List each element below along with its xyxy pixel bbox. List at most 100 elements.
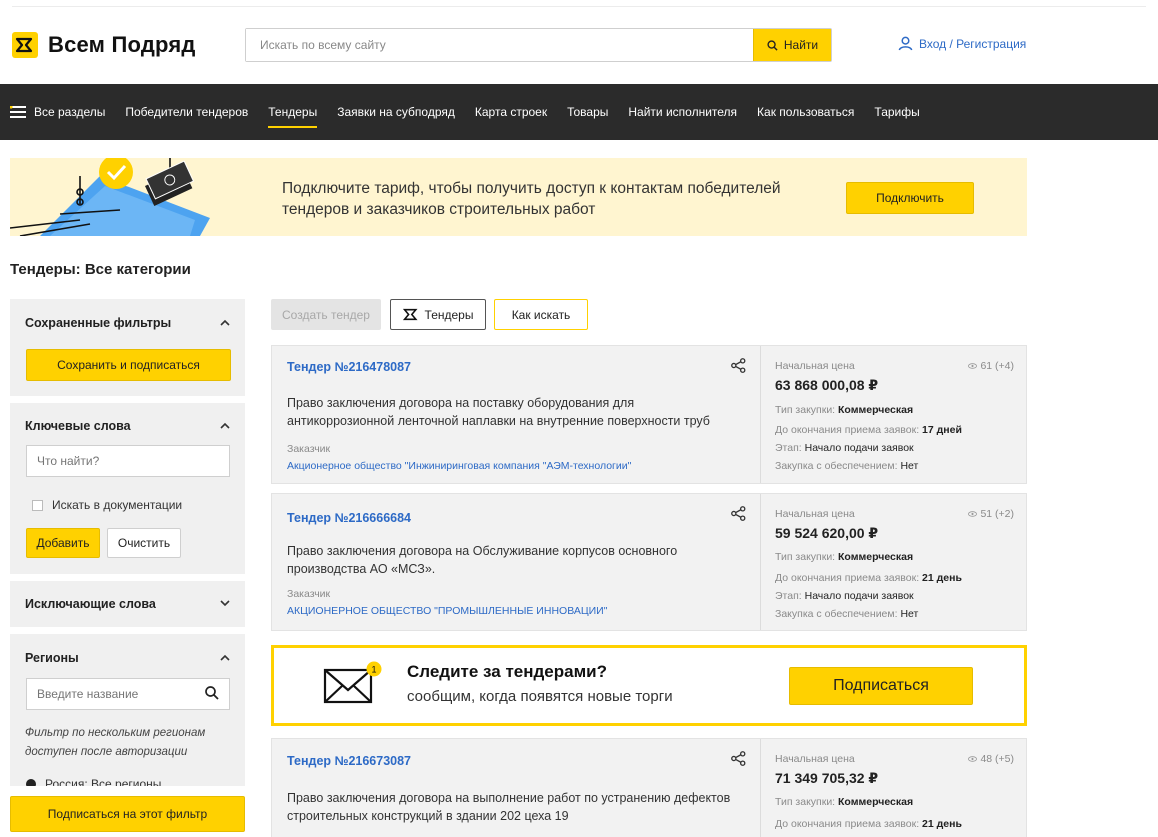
tenders-button[interactable]: Тендеры: [390, 299, 486, 330]
banner-text: Подключите тариф, чтобы получить доступ …: [282, 180, 781, 218]
banner-illustration: [10, 158, 210, 236]
purchase-type-value: Коммерческая: [838, 796, 914, 808]
tender-title-link[interactable]: Тендер №216673087: [287, 754, 411, 768]
deadline-label: До окончания приема заявок:: [775, 424, 923, 436]
exclude-words-panel: Исключающие слова: [10, 581, 245, 627]
search-in-docs-option[interactable]: Искать в документации: [32, 498, 182, 512]
clear-keywords-button[interactable]: Очистить: [107, 528, 181, 558]
deadline-value: 21 день: [922, 572, 962, 584]
search-icon: [767, 39, 778, 51]
search-button-label: Найти: [783, 38, 819, 52]
customer-label: Заказчик: [287, 443, 331, 455]
add-keyword-button[interactable]: Добавить: [26, 528, 100, 558]
tender-description: Право заключения договора на выполнение …: [287, 791, 731, 823]
promo-banner: Подключите тариф, чтобы получить доступ …: [10, 158, 1027, 236]
logo-mark-icon: [402, 308, 418, 321]
login-link-label: Вход / Регистрация: [919, 36, 1027, 51]
tenders-button-label: Тендеры: [424, 307, 474, 322]
eye-icon: [968, 511, 978, 517]
purchase-type-label: Тип закупки:: [775, 796, 839, 808]
tender-description: Право заключения договора на поставку об…: [287, 396, 710, 428]
region-all-radio[interactable]: [26, 779, 36, 786]
views-value: 48 (+5): [980, 753, 1014, 765]
region-all-option[interactable]: Россия: Все регионы: [26, 777, 161, 786]
nav-item-goods[interactable]: Товары: [567, 84, 608, 140]
create-tender-button[interactable]: Создать тендер: [271, 299, 381, 330]
share-icon[interactable]: [731, 358, 746, 373]
nav-item-all-sections[interactable]: Все разделы: [10, 84, 105, 140]
nav-item-find-contractor[interactable]: Найти исполнителя: [628, 84, 737, 140]
tender-card-main: Тендер №216666684 Право заключения догов…: [272, 494, 760, 630]
nav-item-subcontract[interactable]: Заявки на субподряд: [337, 84, 455, 140]
deadline-value: 17 дней: [922, 424, 962, 436]
nav-item-label: Все разделы: [34, 105, 106, 119]
purchase-type: Тип закупки: Коммерческая: [775, 796, 913, 808]
chevron-up-icon[interactable]: [219, 652, 231, 664]
menu-icon: [10, 106, 26, 118]
tender-card-main: Тендер №216478087 Право заключения догов…: [272, 346, 760, 483]
regions-note: Фильтр по нескольким регионам доступен п…: [25, 727, 206, 758]
security-label: Закупка с обеспечением:: [775, 460, 901, 472]
purchase-type-label: Тип закупки:: [775, 551, 839, 563]
nav-item-tenders[interactable]: Тендеры: [268, 84, 317, 140]
nav-item-construction-map[interactable]: Карта строек: [475, 84, 547, 140]
search-button[interactable]: Найти: [753, 29, 831, 61]
search-in-docs-checkbox[interactable]: [32, 499, 43, 511]
tender-card-details: Начальная цена 61 (+4) 63 868 000,08 ₽ Т…: [760, 346, 1028, 483]
chevron-up-icon[interactable]: [219, 317, 231, 329]
security-value: Нет: [900, 460, 919, 472]
subscribe-text: сообщим, когда появятся новые торги: [407, 688, 673, 705]
security-label: Закупка с обеспечением:: [775, 608, 901, 620]
security: Закупка с обеспечением: Нет: [775, 608, 918, 620]
keywords-title: Ключевые слова: [25, 419, 131, 433]
site-logo[interactable]: Всем Подряд: [12, 32, 196, 58]
tender-price: 63 868 000,08 ₽: [775, 377, 879, 393]
tender-description: Право заключения договора на Обслуживани…: [287, 544, 678, 576]
share-icon[interactable]: [731, 751, 746, 766]
price-label: Начальная цена: [775, 360, 855, 372]
regions-title: Регионы: [25, 651, 79, 665]
nav-item-how-to-use[interactable]: Как пользоваться: [757, 84, 854, 140]
tender-card: Тендер №216666684 Право заключения догов…: [271, 493, 1027, 631]
tender-price: 59 524 620,00 ₽: [775, 525, 879, 541]
search-icon[interactable]: [205, 686, 219, 700]
site-search-input[interactable]: [246, 29, 753, 61]
stage: Этап: Начало подачи заявок: [775, 442, 914, 454]
customer-label: Заказчик: [287, 588, 331, 600]
price-label: Начальная цена: [775, 753, 855, 765]
tender-card-main: Тендер №216673087 Право заключения догов…: [272, 739, 760, 837]
tender-card: Тендер №216478087 Право заключения догов…: [271, 345, 1027, 484]
eye-icon: [968, 363, 978, 369]
login-link[interactable]: Вход / Регистрация: [898, 36, 1026, 51]
deadline: До окончания приема заявок: 21 день: [775, 572, 962, 584]
region-search-input[interactable]: [26, 678, 230, 710]
views-count: 61 (+4): [968, 360, 1014, 372]
chevron-up-icon[interactable]: [219, 420, 231, 432]
tender-title-link[interactable]: Тендер №216478087: [287, 360, 411, 374]
purchase-type-value: Коммерческая: [838, 404, 914, 416]
nav-item-pricing[interactable]: Тарифы: [874, 84, 919, 140]
region-all-label: Россия: Все регионы: [45, 777, 162, 786]
keywords-input[interactable]: [26, 445, 230, 477]
views-count: 48 (+5): [968, 753, 1014, 765]
customer-link[interactable]: Акционерное общество "Инжиниринговая ком…: [287, 460, 631, 472]
tender-price: 71 349 705,32 ₽: [775, 770, 879, 786]
subscribe-button[interactable]: Подписаться: [789, 667, 973, 705]
tender-card-details: Начальная цена 51 (+2) 59 524 620,00 ₽ Т…: [760, 494, 1028, 630]
logo-mark-icon: [12, 32, 38, 58]
save-subscribe-button[interactable]: Сохранить и подписаться: [26, 349, 231, 381]
page-title: Тендеры: Все категории: [10, 261, 191, 278]
how-to-search-button[interactable]: Как искать: [494, 299, 588, 330]
purchase-type: Тип закупки: Коммерческая: [775, 404, 913, 416]
purchase-type: Тип закупки: Коммерческая: [775, 551, 913, 563]
share-icon[interactable]: [731, 506, 746, 521]
exclude-words-title: Исключающие слова: [25, 597, 156, 611]
subscribe-filter-button[interactable]: Подписаться на этот фильтр: [10, 796, 245, 832]
customer-link[interactable]: АКЦИОНЕРНОЕ ОБЩЕСТВО "ПРОМЫШЛЕННЫЕ ИННОВ…: [287, 605, 607, 617]
chevron-down-icon[interactable]: [219, 597, 231, 609]
tender-title-link[interactable]: Тендер №216666684: [287, 511, 411, 525]
stage: Этап: Начало подачи заявок: [775, 590, 914, 602]
stage-value: Начало подачи заявок: [804, 590, 914, 602]
nav-item-winners[interactable]: Победители тендеров: [125, 84, 248, 140]
connect-tariff-button[interactable]: Подключить: [846, 182, 974, 214]
